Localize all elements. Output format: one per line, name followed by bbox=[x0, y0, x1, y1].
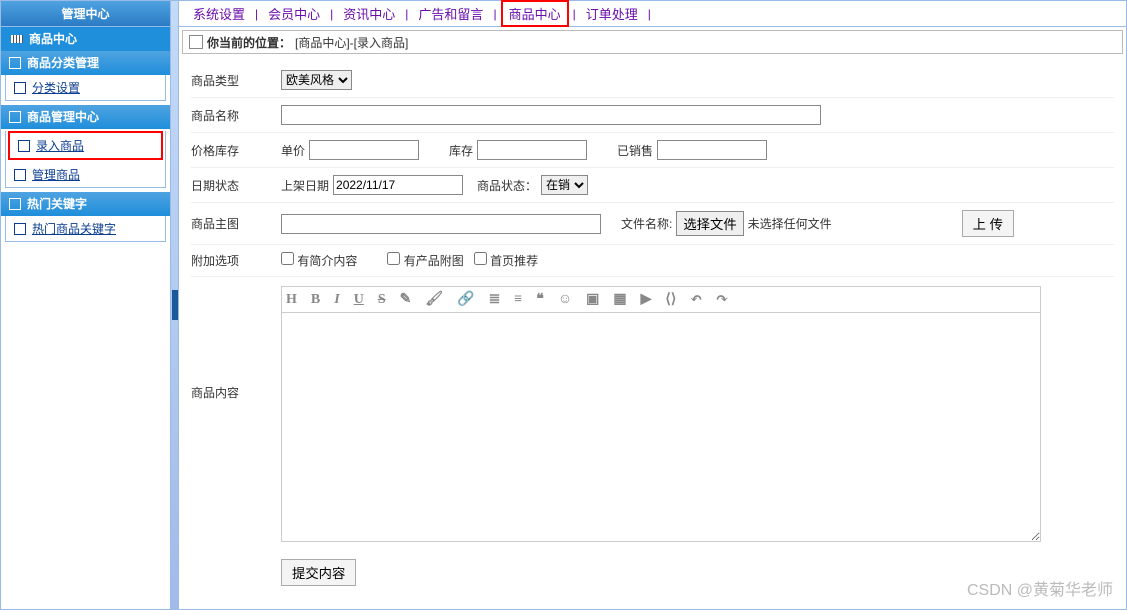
sidebar-item[interactable]: 管理商品 bbox=[6, 162, 165, 187]
input-date[interactable] bbox=[333, 175, 463, 195]
quote-icon[interactable]: ❝ bbox=[536, 291, 544, 308]
undo-icon[interactable]: ↶ bbox=[690, 291, 702, 308]
brush-icon[interactable]: 🖌 bbox=[425, 291, 443, 308]
align-icon[interactable]: ≡ bbox=[514, 292, 522, 308]
panel-icon bbox=[9, 198, 21, 210]
submit-button[interactable]: 提交内容 bbox=[281, 559, 356, 586]
watermark: CSDN @黄菊华老师 bbox=[967, 576, 1113, 600]
main: 系统设置|会员中心|资讯中心|广告和留言|商品中心|订单处理| 你当前的位置： … bbox=[179, 1, 1126, 609]
splitter-grip[interactable] bbox=[172, 290, 178, 320]
nav-订单处理[interactable]: 订单处理 bbox=[580, 2, 644, 25]
label-date: 日期状态 bbox=[191, 177, 281, 194]
select-status[interactable]: 在销 bbox=[541, 175, 588, 195]
editor-toolbar: H B I U S ✎ 🖌 🔗 ≣ ≡ ❝ ☺ ▣ ▦ ▶ bbox=[281, 286, 1041, 312]
redo-icon[interactable]: ↷ bbox=[716, 291, 728, 308]
bold-icon[interactable]: B bbox=[311, 292, 320, 308]
panel-icon bbox=[9, 57, 21, 69]
nav-会员中心[interactable]: 会员中心 bbox=[262, 2, 326, 25]
panel-head[interactable]: 商品管理中心 bbox=[1, 105, 170, 129]
input-unitprice[interactable] bbox=[309, 140, 419, 160]
breadcrumb: 你当前的位置： [商品中心]-[录入商品] bbox=[182, 30, 1123, 54]
heading-icon[interactable]: H bbox=[286, 292, 297, 308]
table-icon[interactable]: ▦ bbox=[613, 291, 626, 308]
input-name[interactable] bbox=[281, 105, 821, 125]
label-mainimg: 商品主图 bbox=[191, 215, 281, 232]
underline-icon[interactable]: U bbox=[354, 292, 364, 308]
video-icon[interactable]: ▶ bbox=[641, 291, 652, 308]
label-price: 价格库存 bbox=[191, 142, 281, 159]
label-extra: 附加选项 bbox=[191, 252, 281, 269]
italic-icon[interactable]: I bbox=[334, 292, 339, 308]
item-icon bbox=[14, 169, 26, 181]
image-icon[interactable]: ▣ bbox=[586, 291, 599, 308]
link-icon[interactable]: 🔗 bbox=[457, 291, 474, 308]
cb-featured[interactable]: 首页推荐 bbox=[474, 252, 538, 269]
splitter[interactable] bbox=[171, 1, 179, 609]
sidebar-sub[interactable]: 商品中心 bbox=[1, 27, 170, 51]
sidebar-item[interactable]: 热门商品关键字 bbox=[6, 216, 165, 241]
panel-head[interactable]: 热门关键字 bbox=[1, 192, 170, 216]
editor-textarea[interactable] bbox=[281, 312, 1041, 542]
label-name: 商品名称 bbox=[191, 107, 281, 124]
input-mainimg[interactable] bbox=[281, 214, 601, 234]
nav-广告和留言[interactable]: 广告和留言 bbox=[412, 2, 489, 25]
form: 商品类型 欧美风格 商品名称 价格库存 单价 库存 已销售 日期状态 上架日期 bbox=[179, 57, 1126, 599]
item-icon bbox=[18, 140, 30, 152]
panel-head[interactable]: 商品分类管理 bbox=[1, 51, 170, 75]
sidebar-item[interactable]: 录入商品 bbox=[8, 131, 163, 160]
sidebar-item[interactable]: 分类设置 bbox=[6, 75, 165, 100]
cb-images[interactable]: 有产品附图 bbox=[387, 252, 463, 269]
select-type[interactable]: 欧美风格 bbox=[281, 70, 352, 90]
panel-icon bbox=[9, 111, 21, 123]
choose-file-button[interactable]: 选择文件 bbox=[676, 211, 743, 236]
cb-intro[interactable]: 有简介内容 bbox=[281, 252, 357, 269]
page-icon bbox=[189, 35, 203, 49]
list-icon[interactable]: ≣ bbox=[489, 291, 501, 308]
file-none-text: 未选择任何文件 bbox=[748, 215, 832, 232]
emoji-icon[interactable]: ☺ bbox=[558, 292, 572, 308]
label-content: 商品内容 bbox=[191, 284, 281, 401]
code-icon[interactable]: ⟨⟩ bbox=[665, 291, 676, 308]
upload-button[interactable]: 上 传 bbox=[962, 210, 1014, 237]
eraser-icon[interactable]: ✎ bbox=[400, 291, 412, 308]
input-sold[interactable] bbox=[657, 140, 767, 160]
input-stock[interactable] bbox=[477, 140, 587, 160]
strike-icon[interactable]: S bbox=[378, 292, 386, 308]
nav-资讯中心[interactable]: 资讯中心 bbox=[337, 2, 401, 25]
sidebar-title: 管理中心 bbox=[1, 1, 170, 27]
label-type: 商品类型 bbox=[191, 72, 281, 89]
sidebar: 管理中心 商品中心 商品分类管理分类设置商品管理中心录入商品管理商品热门关键字热… bbox=[1, 1, 171, 609]
grid-icon bbox=[11, 35, 23, 43]
topnav: 系统设置|会员中心|资讯中心|广告和留言|商品中心|订单处理| bbox=[179, 1, 1126, 27]
item-icon bbox=[14, 223, 26, 235]
nav-商品中心[interactable]: 商品中心 bbox=[501, 0, 569, 27]
nav-系统设置[interactable]: 系统设置 bbox=[187, 2, 251, 25]
item-icon bbox=[14, 82, 26, 94]
